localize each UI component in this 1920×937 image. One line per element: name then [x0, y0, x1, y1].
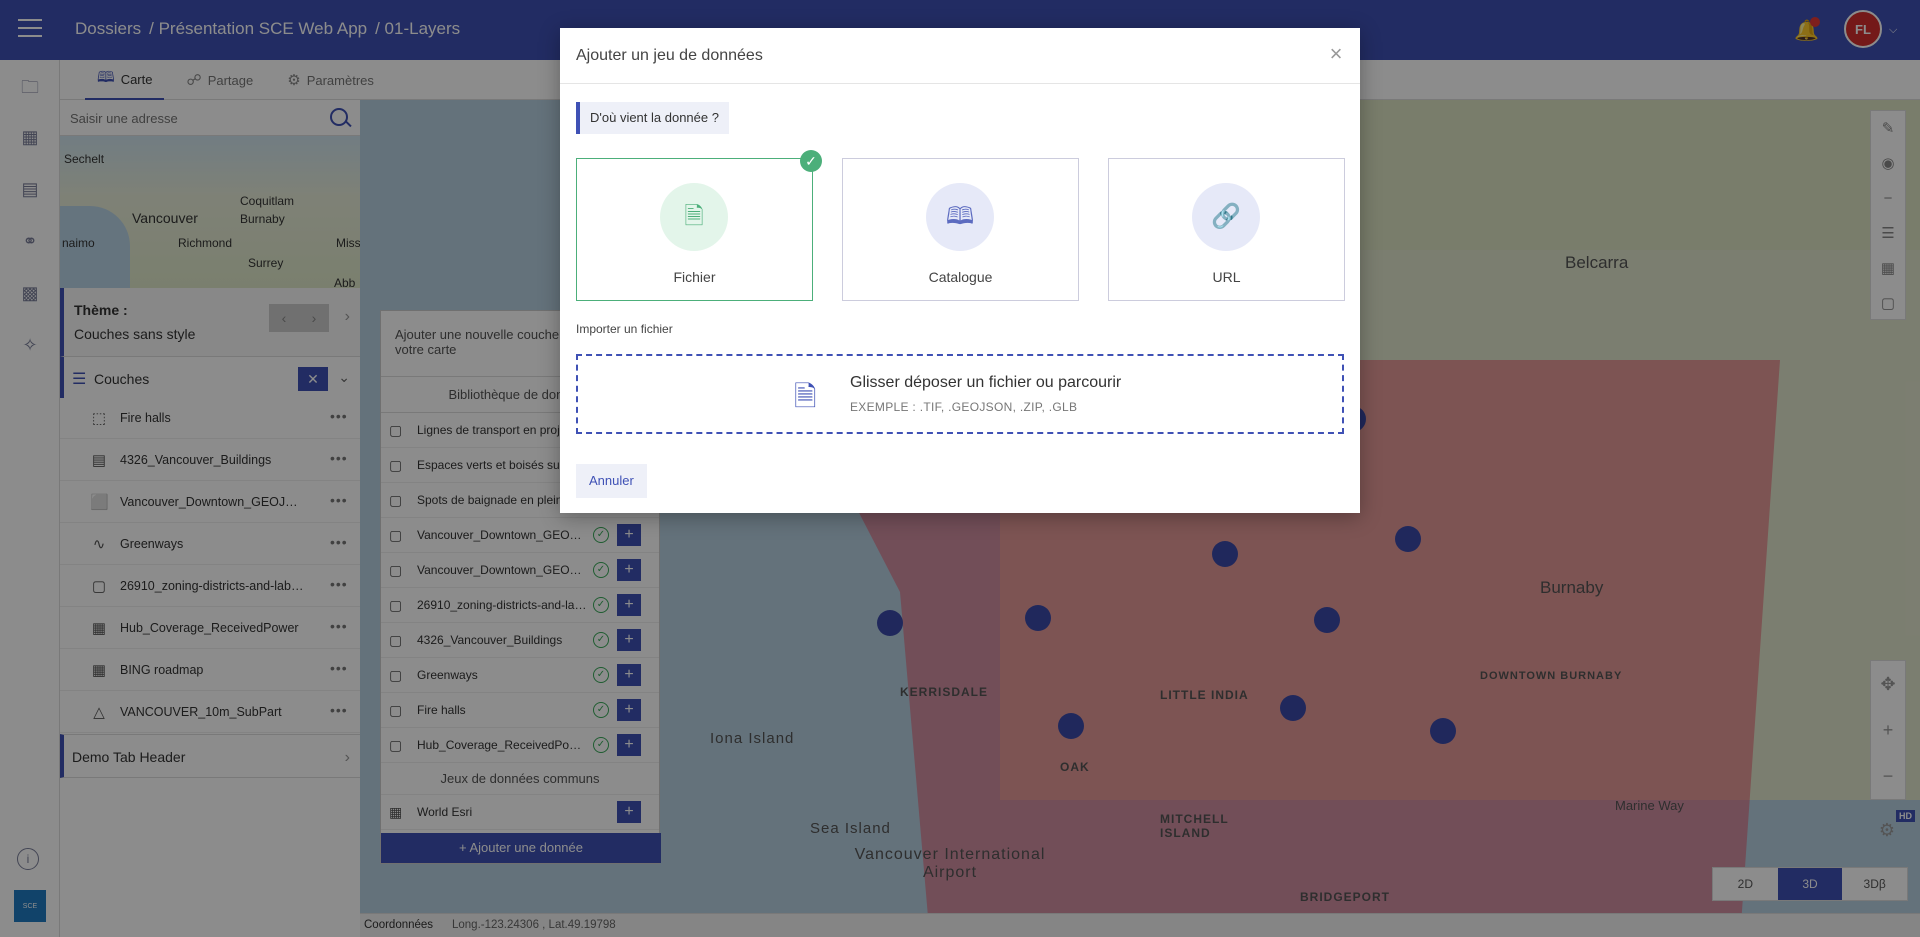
- modal-header: Ajouter un jeu de données ×: [560, 28, 1360, 84]
- dropzone-hint: EXEMPLE : .TIF, .GEOJSON, .ZIP, .GLB: [850, 400, 1078, 414]
- add-dataset-modal: Ajouter un jeu de données × D'où vient l…: [560, 28, 1360, 513]
- source-label: URL: [1212, 269, 1241, 285]
- modal-title: Ajouter un jeu de données: [576, 47, 763, 64]
- source-card-catalogue[interactable]: 🕮 Catalogue: [842, 158, 1079, 301]
- source-question: D'où vient la donnée ?: [576, 102, 729, 134]
- source-label: Fichier: [673, 269, 716, 285]
- upload-file-icon: 🗎: [794, 381, 817, 412]
- selected-check-icon: ✓: [800, 150, 822, 172]
- catalogue-icon: 🕮: [926, 183, 994, 251]
- file-add-icon: 🗎: [660, 183, 728, 251]
- import-label: Importer un fichier: [576, 322, 673, 336]
- source-label: Catalogue: [928, 269, 993, 285]
- file-dropzone[interactable]: 🗎 Glisser déposer un fichier ou parcouri…: [576, 354, 1344, 434]
- source-card-fichier[interactable]: 🗎 Fichier: [576, 158, 813, 301]
- dropzone-title: Glisser déposer un fichier ou parcourir: [850, 374, 1122, 391]
- cancel-button[interactable]: Annuler: [576, 464, 647, 498]
- source-card-url[interactable]: 🔗 URL: [1108, 158, 1345, 301]
- url-icon: 🔗: [1192, 183, 1260, 251]
- close-icon[interactable]: ×: [1324, 42, 1348, 66]
